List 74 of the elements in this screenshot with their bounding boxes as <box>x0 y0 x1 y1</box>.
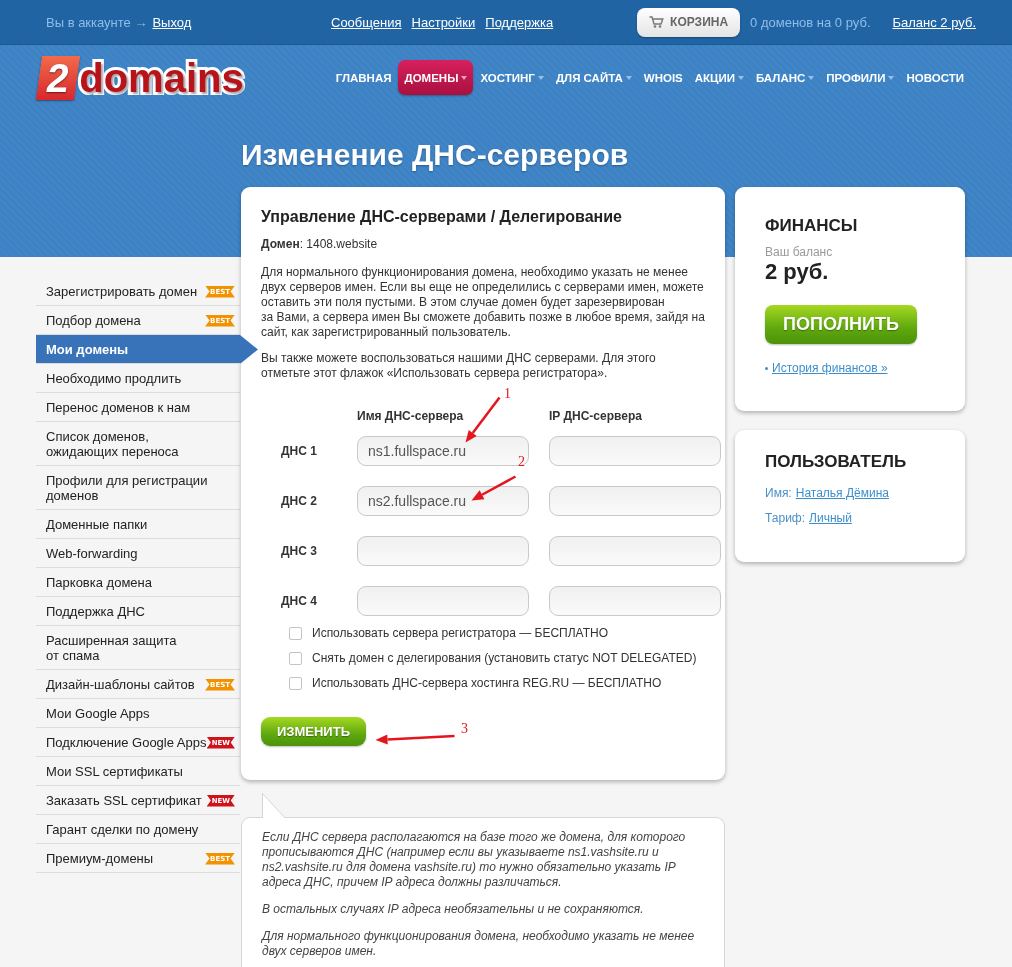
cart-button[interactable]: КОРЗИНА <box>637 7 741 37</box>
checkbox-label[interactable]: Использовать сервера регистратора — БЕСПЛАТНО <box>312 626 608 641</box>
nav-link[interactable]: БАЛАНС <box>751 60 820 95</box>
field-label: Имя: <box>765 486 792 500</box>
checkbox-label[interactable]: Использовать ДНС-сервера хостинга REG.RU — БЕСПЛАТНО <box>312 676 662 691</box>
nav-link[interactable]: ГЛАВНАЯ <box>330 60 397 95</box>
sidebar-item[interactable]: Мои SSL сертификаты <box>36 757 240 786</box>
nav-link[interactable]: ДЛЯ САЙТА <box>550 60 637 95</box>
sidebar-item[interactable]: Мои домены <box>36 335 258 364</box>
input-field[interactable] <box>357 536 529 566</box>
row-label: ДНС 3 <box>281 544 317 558</box>
annotation-arrow <box>463 395 501 444</box>
page-title: Изменение ДНС-серверов <box>241 137 629 173</box>
sidebar-item[interactable]: Гарант сделки по домену <box>36 815 240 844</box>
nav-link[interactable]: НОВОСТИ <box>901 60 969 95</box>
top-link[interactable]: Поддержка <box>485 14 554 30</box>
form-title: Управление ДНС-серверами / Делегирование <box>261 207 623 227</box>
nav-link[interactable]: АКЦИИ <box>689 60 750 95</box>
logout-link[interactable]: Выход <box>152 14 192 30</box>
field-value-link[interactable]: Наталья Дёмина <box>795 486 889 500</box>
sidebar-item[interactable]: Перенос доменов к нам <box>36 393 240 422</box>
column-header: IP ДНС-сервера <box>549 409 643 424</box>
checkbox[interactable] <box>289 677 302 690</box>
balance-amount: 2 руб. <box>765 259 830 285</box>
row-label: ДНС 1 <box>281 444 317 458</box>
nav-link[interactable]: WHOIS <box>638 60 688 95</box>
field-label: Тариф: <box>765 511 806 525</box>
note-text: В остальных случаях IP адреса необязательны и не сохраняются. <box>262 902 645 917</box>
cart-summary: 0 доменов на 0 руб. <box>750 14 871 30</box>
checkbox[interactable] <box>289 652 302 665</box>
note-text: Если ДНС сервера располагаются на базе того же домена, для которого прописываются ДНС (например если вы указываете ns1.vashsite.ru и ns2.vashsite.ru для домена vashsite.ru) то нужно обязательно указать IP адреса ДНС, причем IP адреса должны различаться. <box>262 830 687 890</box>
input-field[interactable] <box>357 586 529 616</box>
sidebar-item[interactable]: Доменные папки <box>36 510 240 539</box>
row-label: ДНС 2 <box>281 494 317 508</box>
checkbox-label[interactable]: Снять домен с делегирования (установить статус NOT DELEGATED) <box>312 651 697 666</box>
sidebar-item[interactable]: Поддержка ДНС <box>36 597 240 626</box>
field-value-link[interactable]: Личный <box>809 511 852 525</box>
nav-link[interactable]: ПРОФИЛИ <box>821 60 900 95</box>
balance-link[interactable]: Баланс 2 руб. <box>892 14 976 30</box>
input-field[interactable] <box>549 436 721 466</box>
input-field[interactable] <box>549 586 721 616</box>
form-paragraph: Вы также можете воспользоваться нашими ДНС серверами. Для этого отметьте этот флажок «Использовать сервера регистратора». <box>261 351 657 381</box>
top-link[interactable]: Сообщения <box>331 14 402 30</box>
input-field[interactable]: ns2.fullspace.ru <box>357 486 529 516</box>
sidebar-item[interactable]: Web-forwarding <box>36 539 240 568</box>
annotation-number: 1 <box>504 387 511 401</box>
sidebar-item[interactable]: Расширенная защита от спама <box>36 626 240 670</box>
row-label: ДНС 4 <box>281 594 317 608</box>
domain-line: Домен: 1408.website <box>261 237 379 252</box>
history-link[interactable]: История финансов » <box>772 361 888 375</box>
input-field[interactable] <box>549 536 721 566</box>
sidebar-item[interactable]: Профили для регистрации доменов <box>36 466 240 510</box>
cart-icon <box>649 16 665 28</box>
card-title: ФИНАНСЫ <box>765 216 859 236</box>
sidebar-item[interactable]: Парковка домена <box>36 568 240 597</box>
column-header: Имя ДНС-сервера <box>357 409 465 424</box>
sidebar-item[interactable]: Список доменов, ожидающих переноса <box>36 422 240 466</box>
form-paragraph: Для нормального функционирования домена, необходимо указать не менее двух серверов имен. Если вы еще не определились с серверами имен, можете оставить эти поля пустыми. В этом случае домен будет зарезервирован за Вами, а сервера имен Вы сможете добавить позже в любое время, зайдя на сайт, как зарегистрированный пользователь. <box>261 265 705 340</box>
sidebar-item[interactable]: Необходимо продлить <box>36 364 240 393</box>
balance-label: Ваш баланс <box>765 245 834 259</box>
top-link[interactable]: Настройки <box>411 14 476 30</box>
annotation-number: 2 <box>518 455 525 469</box>
account-label: Вы в аккаунте → <box>46 14 148 30</box>
nav-link[interactable]: ДОМЕНЫ <box>398 60 474 95</box>
bullet-icon <box>765 366 768 370</box>
logo[interactable]: 2 domains <box>39 55 244 100</box>
input-field[interactable] <box>549 486 721 516</box>
sidebar-item[interactable]: Мои Google Apps <box>36 699 240 728</box>
nav-link[interactable]: ХОСТИНГ <box>475 60 549 95</box>
checkbox[interactable] <box>289 627 302 640</box>
annotation-number: 3 <box>461 722 468 736</box>
note-text: Для нормального функционирования домена, необходимо указать не менее двух серверов имен. <box>262 929 696 959</box>
annotation-arrow <box>469 474 517 502</box>
card-title: ПОЛЬЗОВАТЕЛЬ <box>765 452 908 472</box>
